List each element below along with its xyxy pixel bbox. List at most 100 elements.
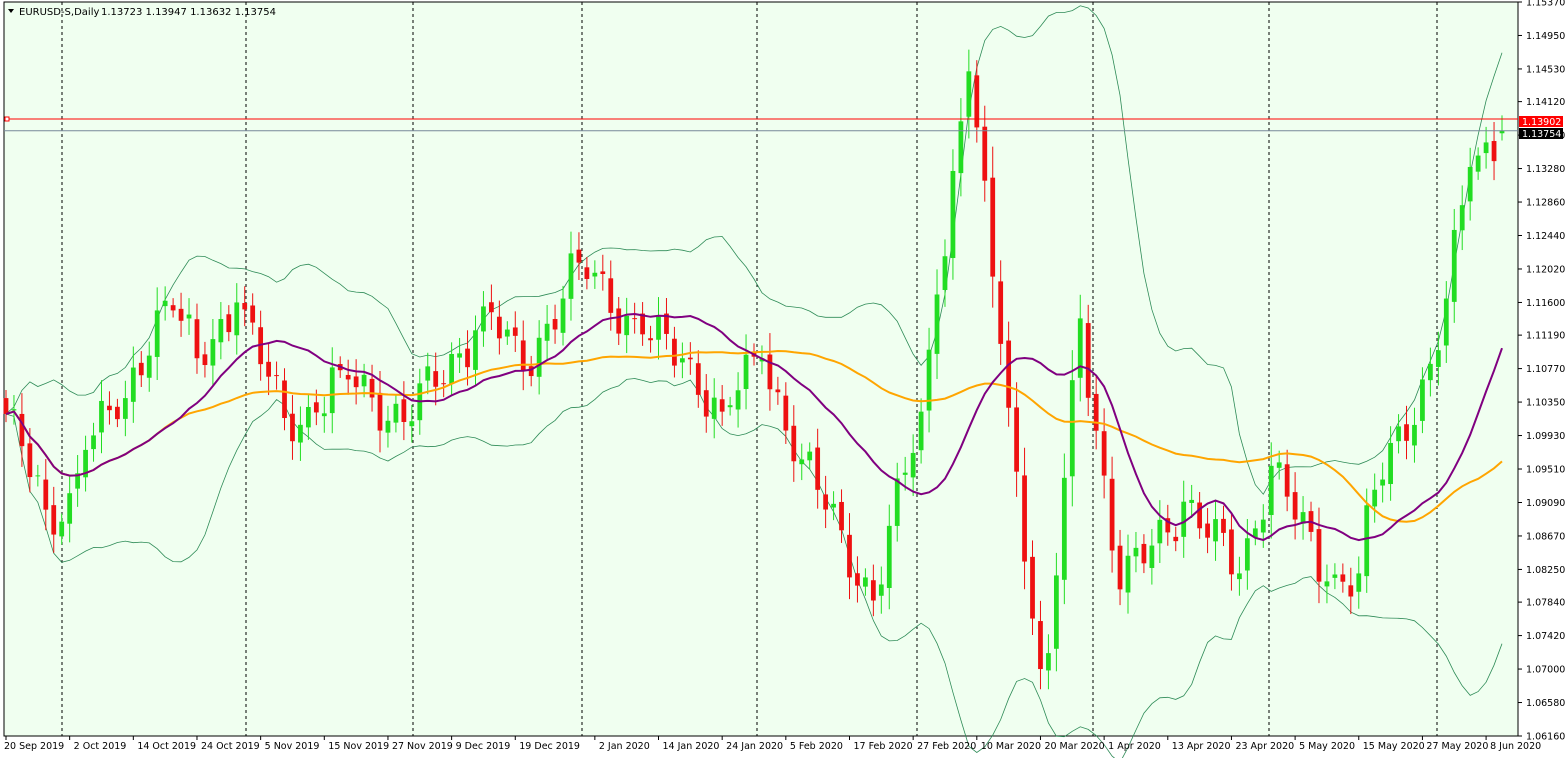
y-tick-label: 1.15370 bbox=[1526, 0, 1565, 9]
candle-body bbox=[496, 316, 502, 339]
candle-body bbox=[489, 302, 494, 313]
x-tick-label: 27 Feb 2020 bbox=[917, 741, 976, 752]
x-tick-label: 13 Apr 2020 bbox=[1172, 741, 1231, 752]
candle-body bbox=[823, 494, 829, 510]
x-tick-label: 1 Apr 2020 bbox=[1108, 741, 1161, 752]
candle-body bbox=[305, 407, 311, 428]
candle-body bbox=[1396, 426, 1401, 442]
x-tick-label: 15 May 2020 bbox=[1363, 741, 1425, 752]
candle-body bbox=[679, 358, 685, 363]
candle-body bbox=[520, 340, 526, 371]
price-chart[interactable]: 1.153701.149501.145301.141201.137001.132… bbox=[0, 0, 1567, 758]
candle-body bbox=[799, 459, 805, 465]
candle-body bbox=[313, 402, 319, 413]
candle-body bbox=[473, 330, 478, 370]
x-tick-label: 27 Nov 2019 bbox=[392, 741, 453, 752]
candle-body bbox=[1356, 573, 1362, 592]
x-tick-label: 23 Apr 2020 bbox=[1235, 741, 1294, 752]
candle-body bbox=[1340, 574, 1346, 582]
candle-body bbox=[735, 390, 741, 410]
candle-body bbox=[146, 355, 152, 378]
candle-body bbox=[1276, 462, 1282, 468]
candle-body bbox=[958, 121, 964, 174]
x-tick-label: 5 Nov 2019 bbox=[265, 741, 320, 752]
candle-body bbox=[1014, 407, 1019, 472]
candle-body bbox=[385, 420, 391, 433]
y-tick-label: 1.12440 bbox=[1526, 231, 1565, 242]
candle-body bbox=[863, 577, 868, 587]
candle-body bbox=[982, 126, 988, 181]
candle-body bbox=[27, 443, 33, 478]
candle-body bbox=[1022, 475, 1027, 562]
candle-body bbox=[990, 177, 996, 277]
candle-body bbox=[107, 405, 112, 411]
y-tick-label: 1.11190 bbox=[1526, 331, 1565, 342]
candle-body bbox=[1404, 424, 1409, 441]
candle-body bbox=[1197, 502, 1203, 529]
candle-body bbox=[648, 338, 653, 341]
x-tick-label: 5 Feb 2020 bbox=[790, 741, 843, 752]
candle-body bbox=[290, 413, 295, 442]
candle-body bbox=[974, 75, 980, 128]
y-tick-label: 1.07840 bbox=[1526, 598, 1565, 609]
candle-body bbox=[1053, 575, 1059, 649]
candle-body bbox=[600, 271, 606, 274]
candle-body bbox=[19, 413, 25, 447]
y-tick-label: 1.07000 bbox=[1526, 665, 1565, 676]
candle-body bbox=[831, 503, 836, 508]
candle-body bbox=[727, 405, 733, 408]
candle-body bbox=[218, 319, 224, 343]
y-tick-label: 1.08250 bbox=[1526, 565, 1565, 576]
candle-body bbox=[1125, 555, 1131, 593]
candle-body bbox=[1061, 477, 1067, 580]
candle-body bbox=[1006, 340, 1012, 408]
candle-body bbox=[1268, 465, 1274, 516]
candle-body bbox=[1109, 478, 1115, 551]
candle-body bbox=[1316, 529, 1322, 582]
candle-body bbox=[775, 389, 781, 393]
candle-body bbox=[1189, 499, 1195, 503]
x-tick-label: 2 Jan 2020 bbox=[599, 741, 650, 752]
candle-body bbox=[1451, 229, 1457, 302]
candle-body bbox=[1237, 573, 1242, 580]
candle-body bbox=[242, 303, 248, 310]
svg-text:1.13902: 1.13902 bbox=[1522, 117, 1561, 128]
y-tick-label: 1.08670 bbox=[1526, 531, 1565, 542]
candle-body bbox=[568, 253, 574, 299]
candle-body bbox=[1364, 505, 1370, 577]
svg-text:1.13754: 1.13754 bbox=[1522, 129, 1561, 140]
candle-body bbox=[1260, 519, 1266, 533]
candle-body bbox=[894, 478, 900, 526]
candle-body bbox=[584, 267, 590, 279]
ask-line-handle[interactable] bbox=[4, 116, 10, 122]
x-tick-label: 17 Feb 2020 bbox=[853, 741, 912, 752]
candle-body bbox=[512, 327, 518, 336]
candle-body bbox=[767, 354, 773, 390]
candle-body bbox=[210, 339, 216, 366]
candle-body bbox=[1459, 205, 1465, 231]
candle-body bbox=[43, 479, 49, 510]
candle-body bbox=[1412, 424, 1417, 446]
candle-body bbox=[1467, 166, 1473, 202]
candle-body bbox=[457, 353, 462, 358]
bid-price-tag: 1.13754 bbox=[1519, 128, 1563, 140]
candle-body bbox=[998, 281, 1004, 344]
candle-body bbox=[576, 249, 582, 263]
candle-body bbox=[266, 361, 271, 377]
candle-body bbox=[194, 319, 200, 359]
candle-body bbox=[552, 319, 558, 330]
candle-body bbox=[250, 305, 256, 323]
candle-body bbox=[433, 371, 439, 387]
candle-body bbox=[942, 256, 948, 290]
y-tick-label: 1.14950 bbox=[1526, 31, 1565, 42]
candle-body bbox=[592, 272, 598, 277]
candle-body bbox=[226, 314, 232, 333]
candle-body bbox=[1388, 442, 1393, 485]
candle-body bbox=[1141, 543, 1147, 564]
y-tick-label: 1.12020 bbox=[1526, 264, 1565, 275]
plot-area[interactable] bbox=[3, 1, 1519, 737]
candle-body bbox=[130, 367, 136, 402]
candle-body bbox=[274, 375, 279, 377]
y-tick-label: 1.10770 bbox=[1526, 364, 1565, 375]
x-tick-label: 27 May 2020 bbox=[1426, 741, 1488, 752]
